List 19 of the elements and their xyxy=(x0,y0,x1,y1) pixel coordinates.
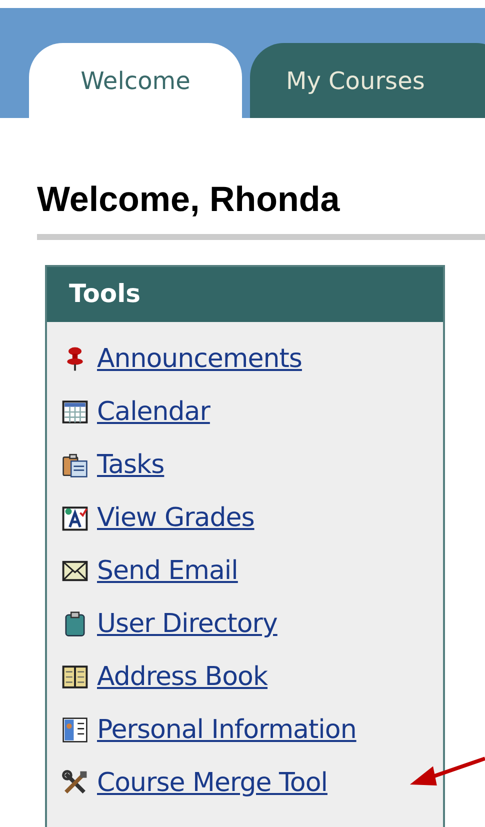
calendar-icon xyxy=(62,398,88,424)
page-heading: Welcome, Rhonda xyxy=(37,180,341,220)
tool-link[interactable]: Calendar xyxy=(97,396,210,426)
grade-sheet-icon xyxy=(62,504,88,530)
book-icon xyxy=(62,664,88,690)
contact-card-icon xyxy=(62,716,88,742)
panel-header: Tools xyxy=(47,267,443,322)
tool-link[interactable]: Tasks xyxy=(97,450,164,480)
tool-link[interactable]: Announcements xyxy=(97,344,302,374)
tools-icon xyxy=(62,770,88,796)
tool-link[interactable]: Course Merge Tool xyxy=(97,768,328,798)
tool-link[interactable]: Address Book xyxy=(97,662,268,692)
tool-link[interactable]: User Directory xyxy=(97,608,278,638)
tab[interactable]: My Courses xyxy=(250,43,485,118)
tab[interactable]: Welcome xyxy=(29,43,242,118)
tool-link[interactable]: View Grades xyxy=(97,502,254,532)
tool-link[interactable]: Personal Information xyxy=(97,714,356,744)
clipboard-icon xyxy=(62,452,88,478)
tool-link[interactable]: Send Email xyxy=(97,556,238,586)
